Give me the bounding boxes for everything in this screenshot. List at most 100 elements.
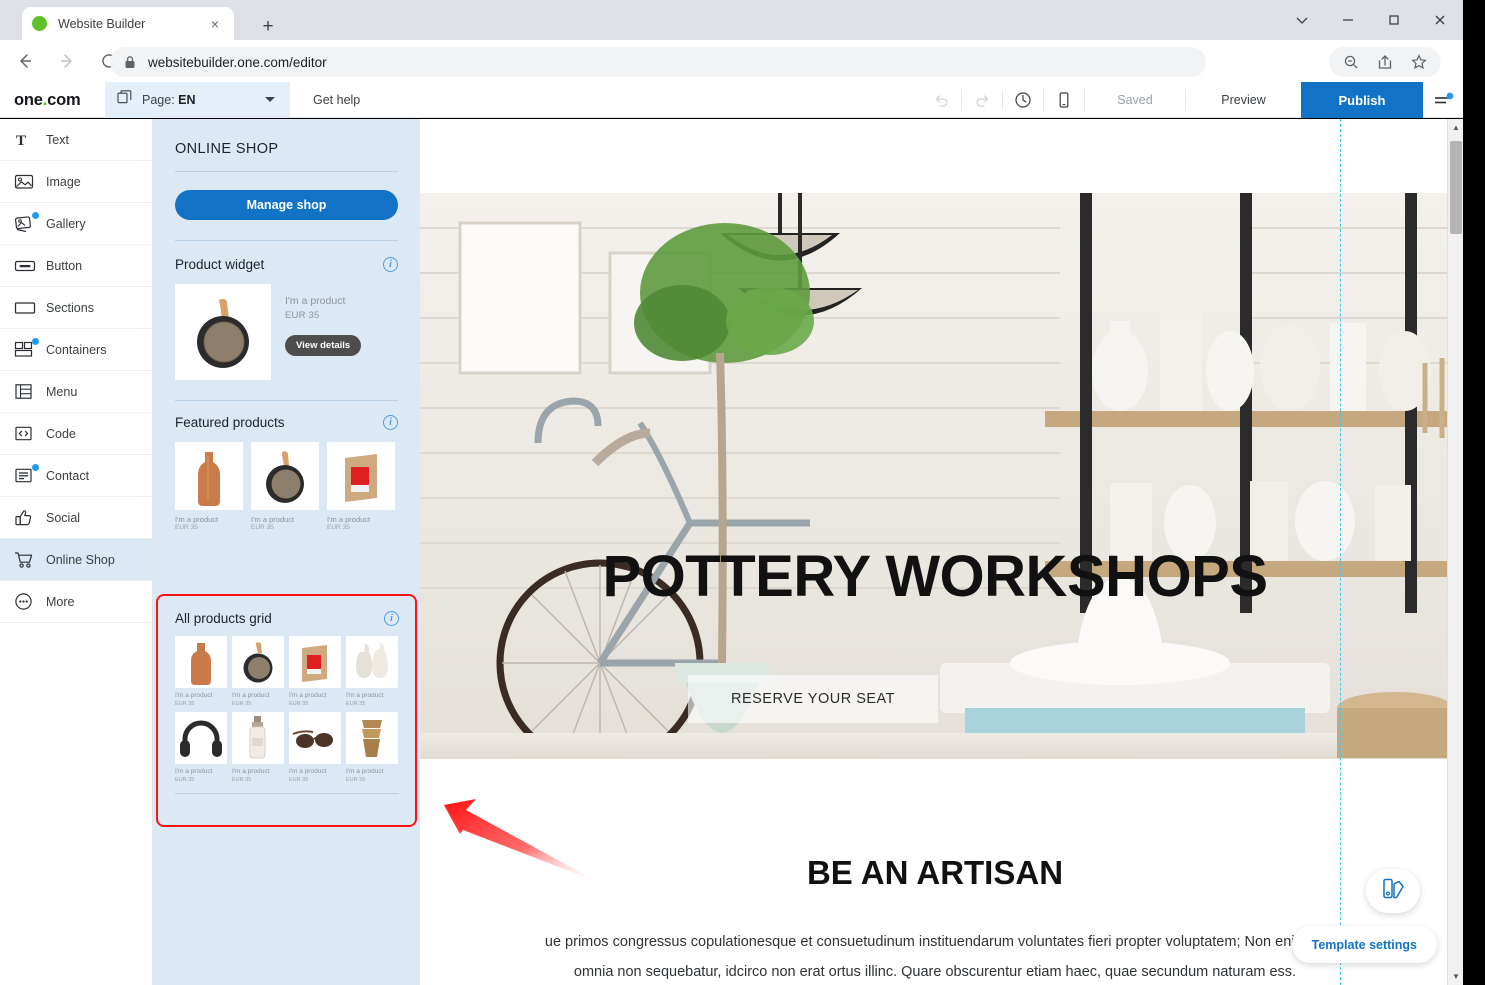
star-icon[interactable] bbox=[1409, 52, 1429, 72]
sidebar-item-social[interactable]: Social bbox=[0, 497, 152, 539]
product-caption: I'm a product EUR 35 bbox=[346, 764, 398, 783]
mobile-preview-icon[interactable] bbox=[1044, 82, 1084, 118]
list-item[interactable]: I'm a product EUR 35 bbox=[232, 712, 284, 783]
one-com-logo[interactable]: one.com bbox=[14, 82, 80, 118]
product-caption: I'm a product EUR 35 bbox=[232, 764, 284, 783]
scroll-up-arrow[interactable]: ▲ bbox=[1448, 119, 1464, 136]
page-scrollbar[interactable]: ▲ ▼ bbox=[1447, 119, 1463, 985]
redo-icon[interactable] bbox=[962, 82, 1002, 118]
product-caption: I'm a product EUR 35 bbox=[346, 688, 398, 707]
list-item[interactable]: I'm a product EUR 35 bbox=[175, 442, 243, 531]
hero-cta-button[interactable]: RESERVE YOUR SEAT bbox=[688, 675, 938, 723]
forward-arrow-icon[interactable] bbox=[50, 44, 84, 78]
sidebar-item-label: Sections bbox=[46, 301, 94, 315]
close-tab-icon[interactable]: × bbox=[206, 15, 224, 33]
sidebar-item-more[interactable]: More bbox=[0, 581, 152, 623]
browser-tab[interactable]: Website Builder × bbox=[22, 7, 234, 40]
panel-title: ONLINE SHOP bbox=[175, 141, 398, 157]
sidebar-item-text[interactable]: T Text bbox=[0, 119, 152, 161]
product-price: EUR 35 bbox=[285, 310, 361, 321]
sidebar-item-code[interactable]: Code bbox=[0, 413, 152, 455]
list-item[interactable]: I'm a product EUR 35 bbox=[327, 442, 395, 531]
product-thumbnail bbox=[289, 636, 341, 688]
undo-icon[interactable] bbox=[921, 82, 961, 118]
back-arrow-icon[interactable] bbox=[8, 44, 42, 78]
image-icon bbox=[14, 171, 40, 193]
sidebar-item-containers[interactable]: Containers bbox=[0, 329, 152, 371]
section-title[interactable]: BE AN ARTISAN bbox=[420, 854, 1450, 892]
featured-products-header: Featured products i bbox=[175, 415, 398, 430]
design-palette-button[interactable] bbox=[1366, 869, 1420, 913]
product-name: I'm a product bbox=[232, 764, 284, 775]
list-item[interactable]: I'm a product EUR 35 bbox=[346, 712, 398, 783]
list-item[interactable]: I'm a product EUR 35 bbox=[251, 442, 319, 531]
hero-title[interactable]: POTTERY WORKSHOPS bbox=[420, 543, 1450, 610]
product-caption: I'm a product EUR 35 bbox=[289, 688, 341, 707]
address-bar[interactable]: websitebuilder.one.com/editor bbox=[110, 47, 1206, 77]
app-root: Website Builder × + bbox=[0, 0, 1485, 985]
new-tab-icon[interactable]: + bbox=[255, 13, 281, 39]
publish-button[interactable]: Publish bbox=[1301, 82, 1423, 118]
menu-icon bbox=[14, 381, 40, 403]
get-help-link[interactable]: Get help bbox=[313, 82, 360, 118]
product-name: I'm a product bbox=[251, 515, 319, 524]
view-details-button[interactable]: View details bbox=[285, 335, 361, 356]
product-caption: I'm a product EUR 35 bbox=[175, 688, 227, 707]
notification-badge bbox=[32, 464, 39, 471]
history-clock-icon[interactable] bbox=[1003, 82, 1043, 118]
share-icon[interactable] bbox=[1375, 52, 1395, 72]
list-item[interactable]: I'm a product EUR 35 bbox=[289, 712, 341, 783]
product-caption: I'm a product EUR 35 bbox=[289, 764, 341, 783]
product-price: EUR 35 bbox=[175, 699, 227, 707]
product-caption: I'm a product EUR 35 bbox=[175, 764, 227, 783]
all-products-grid-section[interactable]: All products grid i I'm a product EUR 35 bbox=[167, 603, 407, 818]
list-item[interactable]: I'm a product EUR 35 bbox=[346, 636, 398, 707]
close-window-icon[interactable] bbox=[1417, 0, 1463, 40]
save-status: Saved bbox=[1085, 82, 1185, 118]
sidebar-item-online-shop[interactable]: Online Shop bbox=[0, 539, 152, 581]
sidebar-item-label: Online Shop bbox=[46, 553, 115, 567]
template-settings-button[interactable]: Template settings bbox=[1292, 926, 1437, 963]
product-thumbnail bbox=[327, 442, 395, 510]
chevron-down-icon[interactable] bbox=[1279, 0, 1325, 40]
list-item[interactable]: I'm a product EUR 35 bbox=[175, 636, 227, 707]
manage-shop-button[interactable]: Manage shop bbox=[175, 190, 398, 220]
product-name: I'm a product bbox=[285, 294, 361, 310]
hamburger-menu-icon[interactable] bbox=[1423, 82, 1463, 118]
featured-products-list[interactable]: I'm a product EUR 35 I'm a product EUR 3… bbox=[175, 442, 398, 531]
minimize-icon[interactable] bbox=[1325, 0, 1371, 40]
list-item[interactable]: I'm a product EUR 35 bbox=[232, 636, 284, 707]
editor-canvas[interactable]: POTTERY WORKSHOPS RESERVE YOUR SEAT BE A… bbox=[420, 119, 1455, 985]
info-icon[interactable]: i bbox=[383, 415, 398, 430]
product-caption: I'm a product EUR 35 bbox=[175, 510, 243, 531]
product-thumbnail bbox=[232, 712, 284, 764]
info-icon[interactable]: i bbox=[384, 611, 399, 626]
pages-icon bbox=[117, 90, 132, 110]
page-selector[interactable]: Page: EN bbox=[105, 82, 290, 118]
product-meta: I'm a product EUR 35 View details bbox=[285, 284, 361, 380]
shopping-cart-icon bbox=[14, 549, 40, 571]
list-item[interactable]: I'm a product EUR 35 bbox=[175, 712, 227, 783]
sidebar-item-menu[interactable]: Menu bbox=[0, 371, 152, 413]
sidebar-item-sections[interactable]: Sections bbox=[0, 287, 152, 329]
product-name: I'm a product bbox=[175, 688, 227, 699]
zoom-out-icon[interactable] bbox=[1341, 52, 1361, 72]
product-name: I'm a product bbox=[289, 688, 341, 699]
hero-section[interactable]: POTTERY WORKSHOPS RESERVE YOUR SEAT bbox=[420, 193, 1450, 759]
info-icon[interactable]: i bbox=[383, 257, 398, 272]
sidebar-item-button[interactable]: Button bbox=[0, 245, 152, 287]
sidebar-item-image[interactable]: Image bbox=[0, 161, 152, 203]
body-line-2: omnia non sequebatur, idcirco non erat o… bbox=[420, 957, 1450, 985]
maximize-icon[interactable] bbox=[1371, 0, 1417, 40]
scrollbar-thumb[interactable] bbox=[1450, 141, 1462, 234]
sidebar-item-gallery[interactable]: Gallery bbox=[0, 203, 152, 245]
product-widget-preview[interactable]: I'm a product EUR 35 View details bbox=[175, 284, 398, 380]
preview-button[interactable]: Preview bbox=[1186, 82, 1301, 118]
product-name: I'm a product bbox=[175, 515, 243, 524]
chevron-down-icon bbox=[265, 97, 275, 102]
product-name: I'm a product bbox=[289, 764, 341, 775]
divider bbox=[175, 400, 398, 401]
sidebar-item-contact[interactable]: Contact bbox=[0, 455, 152, 497]
list-item[interactable]: I'm a product EUR 35 bbox=[289, 636, 341, 707]
scroll-down-arrow[interactable]: ▼ bbox=[1448, 968, 1464, 985]
